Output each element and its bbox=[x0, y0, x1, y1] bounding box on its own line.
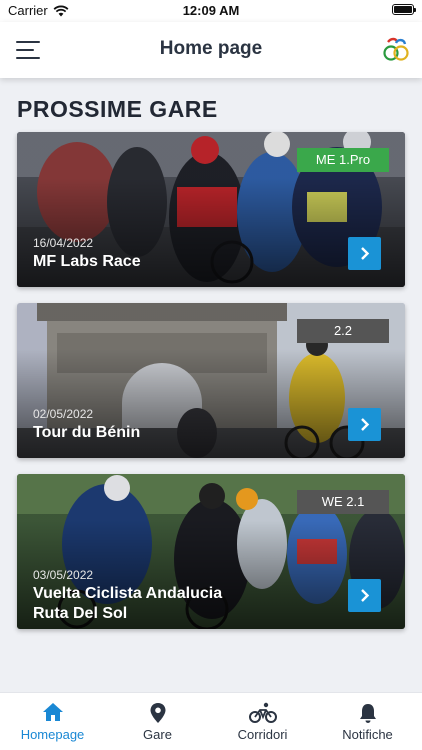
open-race-button[interactable] bbox=[348, 237, 381, 270]
category-badge: WE 2.1 bbox=[297, 490, 389, 514]
bell-icon bbox=[359, 704, 376, 723]
section-title: PROSSIME GARE bbox=[17, 96, 218, 122]
race-name: MF Labs Race bbox=[33, 253, 141, 270]
open-race-button[interactable] bbox=[348, 579, 381, 612]
open-race-button[interactable] bbox=[348, 408, 381, 441]
tab-bar: Homepage Gare Corridori Notifiche bbox=[0, 692, 422, 750]
chevron-right-icon bbox=[361, 418, 370, 431]
category-badge: ME 1.Pro bbox=[297, 148, 389, 172]
tab-notifiche[interactable]: Notifiche bbox=[315, 693, 420, 750]
race-name: Tour du Bénin bbox=[33, 424, 141, 441]
page-title: Home page bbox=[159, 38, 263, 59]
status-time: 12:09 AM bbox=[182, 3, 240, 18]
battery-icon bbox=[392, 4, 416, 15]
race-card[interactable]: WE 2.1 03/05/2022 Vuelta Ciclista Andalu… bbox=[17, 474, 405, 629]
nav-bar: Home page bbox=[0, 22, 422, 78]
tab-gare[interactable]: Gare bbox=[105, 693, 210, 750]
tab-corridori[interactable]: Corridori bbox=[210, 693, 315, 750]
race-name: Vuelta Ciclista Andalucia Ruta Del Sol bbox=[33, 585, 223, 622]
category-badge: 2.2 bbox=[297, 319, 389, 343]
status-bar: Carrier 12:09 AM bbox=[0, 0, 422, 22]
bicycle-icon bbox=[248, 702, 277, 723]
chevron-right-icon bbox=[361, 247, 370, 260]
chevron-right-icon bbox=[361, 589, 370, 602]
race-date: 02/05/2022 bbox=[33, 407, 94, 421]
map-pin-icon bbox=[150, 703, 165, 723]
race-date: 03/05/2022 bbox=[33, 568, 94, 582]
home-icon bbox=[42, 703, 63, 721]
race-card[interactable]: 2.2 02/05/2022 Tour du Bénin bbox=[17, 303, 405, 458]
race-card[interactable]: ME 1.Pro 16/04/2022 MF Labs Race bbox=[17, 132, 405, 287]
tab-homepage[interactable]: Homepage bbox=[0, 693, 105, 750]
cycling-brand-logo bbox=[383, 37, 409, 61]
race-date: 16/04/2022 bbox=[33, 236, 94, 250]
